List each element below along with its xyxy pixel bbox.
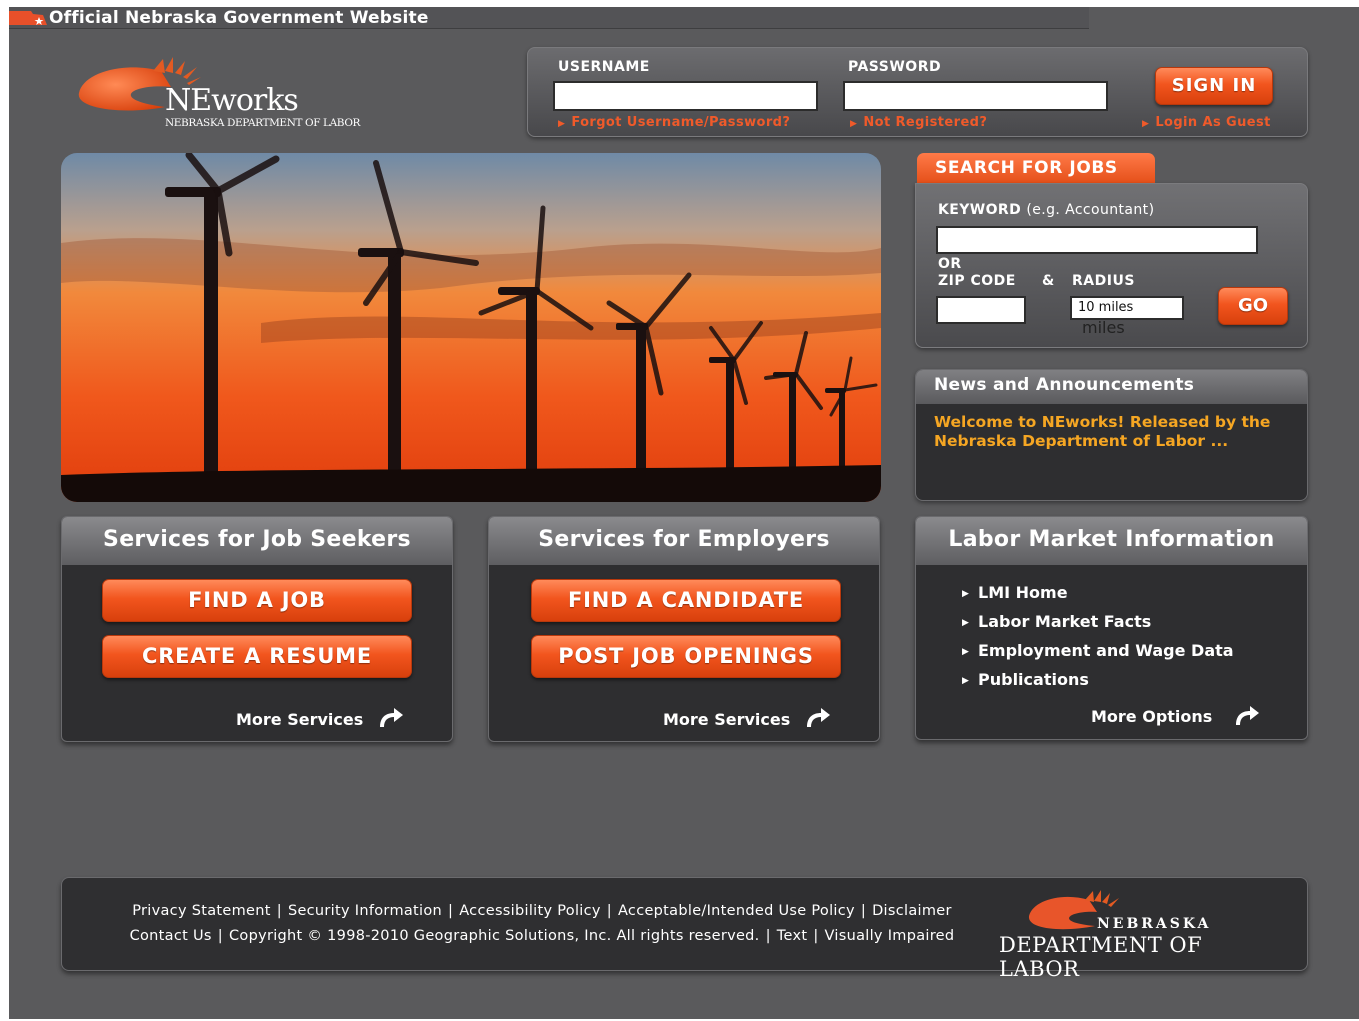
lmi-item-publications[interactable]: ▶ Publications — [962, 670, 1234, 699]
lmi-item-facts[interactable]: ▶ Labor Market Facts — [962, 612, 1234, 641]
radius-select[interactable]: 10 miles — [1070, 296, 1184, 320]
find-a-job-button[interactable]: FIND A JOB — [102, 579, 412, 622]
forgot-link-label: Forgot Username/Password? — [571, 115, 791, 130]
keyword-input[interactable] — [936, 226, 1258, 254]
arrow-right-icon: ▶ — [558, 119, 566, 129]
lmi-item-label: Labor Market Facts — [978, 612, 1152, 631]
radius-ghost-text: miles — [1082, 318, 1125, 337]
arrow-right-icon: ▶ — [962, 618, 969, 628]
dol-state-text: NEBRASKA — [1097, 916, 1212, 932]
footer-separator: | — [765, 928, 771, 944]
go-button[interactable]: GO — [1218, 287, 1288, 325]
footer-separator: | — [813, 928, 819, 944]
curved-arrow-icon[interactable] — [803, 707, 831, 729]
radius-label: RADIUS — [1072, 273, 1135, 289]
create-resume-button[interactable]: CREATE A RESUME — [102, 635, 412, 678]
job-seekers-panel: Services for Job Seekers FIND A JOB CREA… — [61, 516, 453, 742]
post-job-openings-button[interactable]: POST JOB OPENINGS — [531, 635, 841, 678]
text-version-link[interactable]: Text — [777, 928, 808, 944]
hero-wind-turbines-image — [61, 153, 881, 502]
wind-turbines-illustration — [61, 153, 881, 502]
more-services-link[interactable]: More Services — [663, 710, 790, 729]
lmi-link-list: ▶ LMI Home ▶ Labor Market Facts ▶ Employmen… — [962, 583, 1234, 699]
lmi-item-wage-data[interactable]: ▶ Employment and Wage Data — [962, 641, 1234, 670]
zip-code-input[interactable] — [936, 296, 1026, 324]
gov-banner-title: Official Nebraska Government Website — [49, 8, 429, 28]
footer-separator: | — [860, 903, 867, 919]
nebraska-state-icon — [9, 11, 47, 25]
footer-separator: | — [276, 903, 282, 919]
job-seekers-title: Services for Job Seekers — [103, 527, 411, 552]
curved-arrow-icon[interactable] — [376, 707, 404, 729]
copyright-text: Copyright © 1998-2010 Geographic Solutio… — [228, 928, 760, 944]
search-jobs-tab-label: SEARCH FOR JOBS — [935, 158, 1118, 178]
arrow-right-icon: ▶ — [962, 589, 969, 599]
dol-logo[interactable]: NEBRASKA DEPARTMENT OF LABOR — [997, 890, 1287, 981]
keyword-label: KEYWORD (e.g. Accountant) — [938, 202, 1154, 218]
labor-market-header: Labor Market Information — [916, 517, 1307, 565]
or-label: OR — [938, 256, 962, 272]
logo-name: NEworks — [165, 83, 299, 118]
security-link[interactable]: Security Information — [288, 903, 442, 919]
logo-subtitle: NEBRASKA DEPARTMENT OF LABOR — [165, 117, 361, 129]
login-panel: USERNAME PASSWORD SIGN IN ▶ Forgot Userna… — [527, 47, 1308, 137]
guest-login-link[interactable]: ▶ Login As Guest — [1142, 115, 1271, 130]
sign-in-button[interactable]: SIGN IN — [1155, 67, 1273, 105]
disclaimer-link[interactable]: Disclaimer — [872, 903, 952, 919]
news-title: News and Announcements — [934, 375, 1195, 395]
arrow-right-icon: ▶ — [962, 676, 969, 686]
footer-links-row-2: Contact Us | Copyright © 1998-2010 Geograp… — [62, 928, 1022, 944]
privacy-link[interactable]: Privacy Statement — [132, 903, 271, 919]
lmi-item-label: Employment and Wage Data — [978, 641, 1234, 660]
news-item-link[interactable]: Welcome to NEworks! Released by the Nebr… — [934, 413, 1289, 451]
contact-link[interactable]: Contact Us — [130, 928, 212, 944]
arrow-right-icon: ▶ — [962, 647, 969, 657]
dol-dept-text: DEPARTMENT OF LABOR — [999, 933, 1203, 981]
keyword-hint: (e.g. Accountant) — [1026, 202, 1155, 218]
password-input[interactable] — [843, 81, 1108, 111]
news-panel: News and Announcements Welcome to NEwork… — [915, 369, 1308, 501]
neworks-logo[interactable]: NEworks NEBRASKA DEPARTMENT OF LABOR — [75, 57, 385, 137]
visually-impaired-link[interactable]: Visually Impaired — [825, 928, 955, 944]
password-label: PASSWORD — [848, 59, 942, 75]
arrow-right-icon: ▶ — [850, 119, 858, 129]
employers-panel: Services for Employers FIND A CANDIDATE … — [488, 516, 880, 742]
not-registered-link[interactable]: ▶ Not Registered? — [850, 115, 987, 130]
ampersand-label: & — [1042, 273, 1055, 289]
acceptable-use-link[interactable]: Acceptable/Intended Use Policy — [618, 903, 855, 919]
zip-code-label: ZIP CODE — [938, 273, 1016, 289]
job-seekers-header: Services for Job Seekers — [62, 517, 452, 565]
employers-header: Services for Employers — [489, 517, 879, 565]
more-options-link[interactable]: More Options — [1091, 707, 1212, 726]
guest-login-label: Login As Guest — [1155, 115, 1271, 130]
more-services-link[interactable]: More Services — [236, 710, 363, 729]
find-candidate-button[interactable]: FIND A CANDIDATE — [531, 579, 841, 622]
news-header: News and Announcements — [916, 370, 1307, 404]
lmi-item-label: Publications — [978, 670, 1089, 689]
page-frame: Official Nebraska Government Website NEw… — [9, 7, 1359, 1019]
labor-market-title: Labor Market Information — [948, 527, 1275, 552]
not-registered-label: Not Registered? — [863, 115, 988, 130]
forgot-link[interactable]: ▶ Forgot Username/Password? — [558, 115, 790, 130]
search-jobs-panel: KEYWORD (e.g. Accountant) OR ZIP CODE & … — [915, 183, 1308, 348]
accessibility-link[interactable]: Accessibility Policy — [459, 903, 601, 919]
footer: Privacy Statement | Security Information | A… — [61, 877, 1308, 981]
username-label: USERNAME — [558, 59, 650, 75]
footer-separator: | — [448, 903, 454, 919]
keyword-label-text: KEYWORD — [938, 202, 1022, 218]
curved-arrow-icon[interactable] — [1232, 705, 1260, 727]
footer-separator: | — [217, 928, 223, 944]
search-jobs-tab: SEARCH FOR JOBS — [917, 153, 1155, 183]
lmi-item-label: LMI Home — [978, 583, 1068, 602]
gov-banner: Official Nebraska Government Website — [9, 7, 1089, 29]
footer-links-row-1: Privacy Statement | Security Information | A… — [62, 903, 1022, 919]
arrow-right-icon: ▶ — [1142, 119, 1150, 129]
username-input[interactable] — [553, 81, 818, 111]
employers-title: Services for Employers — [538, 527, 830, 552]
labor-market-panel: Labor Market Information ▶ LMI Home ▶ Labo… — [915, 516, 1308, 740]
lmi-item-home[interactable]: ▶ LMI Home — [962, 583, 1234, 612]
footer-separator: | — [606, 903, 612, 919]
